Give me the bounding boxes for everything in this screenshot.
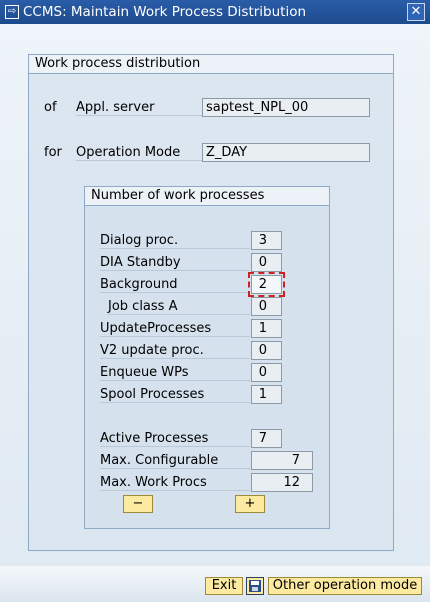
dia-standby-field[interactable]: 0 [251, 253, 282, 272]
appl-server-field[interactable]: saptest_NPL_00 [202, 98, 370, 117]
max-configurable-label: Max. Configurable [100, 453, 250, 469]
active-processes-field: 7 [251, 429, 282, 448]
window-title: CCMS: Maintain Work Process Distribution [23, 4, 307, 20]
v2-update-proc-label: V2 update proc. [100, 343, 250, 359]
increase-button[interactable]: + [235, 495, 265, 513]
save-icon[interactable] [246, 577, 264, 595]
max-work-procs-label: Max. Work Procs [100, 475, 250, 491]
exit-button[interactable]: Exit [205, 577, 243, 595]
for-prefix: for [44, 145, 62, 160]
title-bar: ⇨ CCMS: Maintain Work Process Distributi… [0, 0, 430, 24]
background-label: Background [100, 277, 250, 293]
v2-update-proc-field[interactable]: 0 [251, 341, 282, 360]
active-processes-label: Active Processes [100, 431, 250, 447]
decrease-button[interactable]: − [123, 495, 153, 513]
enqueue-wps-field[interactable]: 0 [251, 363, 282, 382]
other-operation-mode-button[interactable]: Other operation mode [268, 577, 422, 595]
update-processes-label: UpdateProcesses [100, 321, 250, 337]
dialog-proc-field[interactable]: 3 [251, 231, 282, 250]
operation-mode-label: Operation Mode [76, 145, 202, 161]
dialog-proc-label: Dialog proc. [100, 233, 250, 249]
job-class-a-label: Job class A [108, 299, 250, 315]
close-button[interactable]: ✕ [407, 3, 425, 21]
job-class-a-field[interactable]: 0 [251, 297, 282, 316]
dia-standby-label: DIA Standby [100, 255, 250, 271]
of-prefix: of [44, 100, 57, 115]
app-menu-icon[interactable]: ⇨ [5, 5, 19, 19]
max-configurable-field: 7 [251, 451, 313, 470]
spool-processes-label: Spool Processes [100, 387, 250, 403]
appl-server-label: Appl. server [76, 100, 202, 116]
operation-mode-field[interactable]: Z_DAY [202, 143, 370, 162]
spool-processes-field[interactable]: 1 [251, 385, 282, 404]
group-title: Work process distribution [29, 55, 393, 74]
floppy-disk-icon [249, 580, 261, 592]
group-title: Number of work processes [85, 187, 329, 206]
max-work-procs-field: 12 [251, 473, 313, 492]
background-field[interactable]: 2 [248, 272, 285, 297]
enqueue-wps-label: Enqueue WPs [100, 365, 250, 381]
update-processes-field[interactable]: 1 [251, 319, 282, 338]
